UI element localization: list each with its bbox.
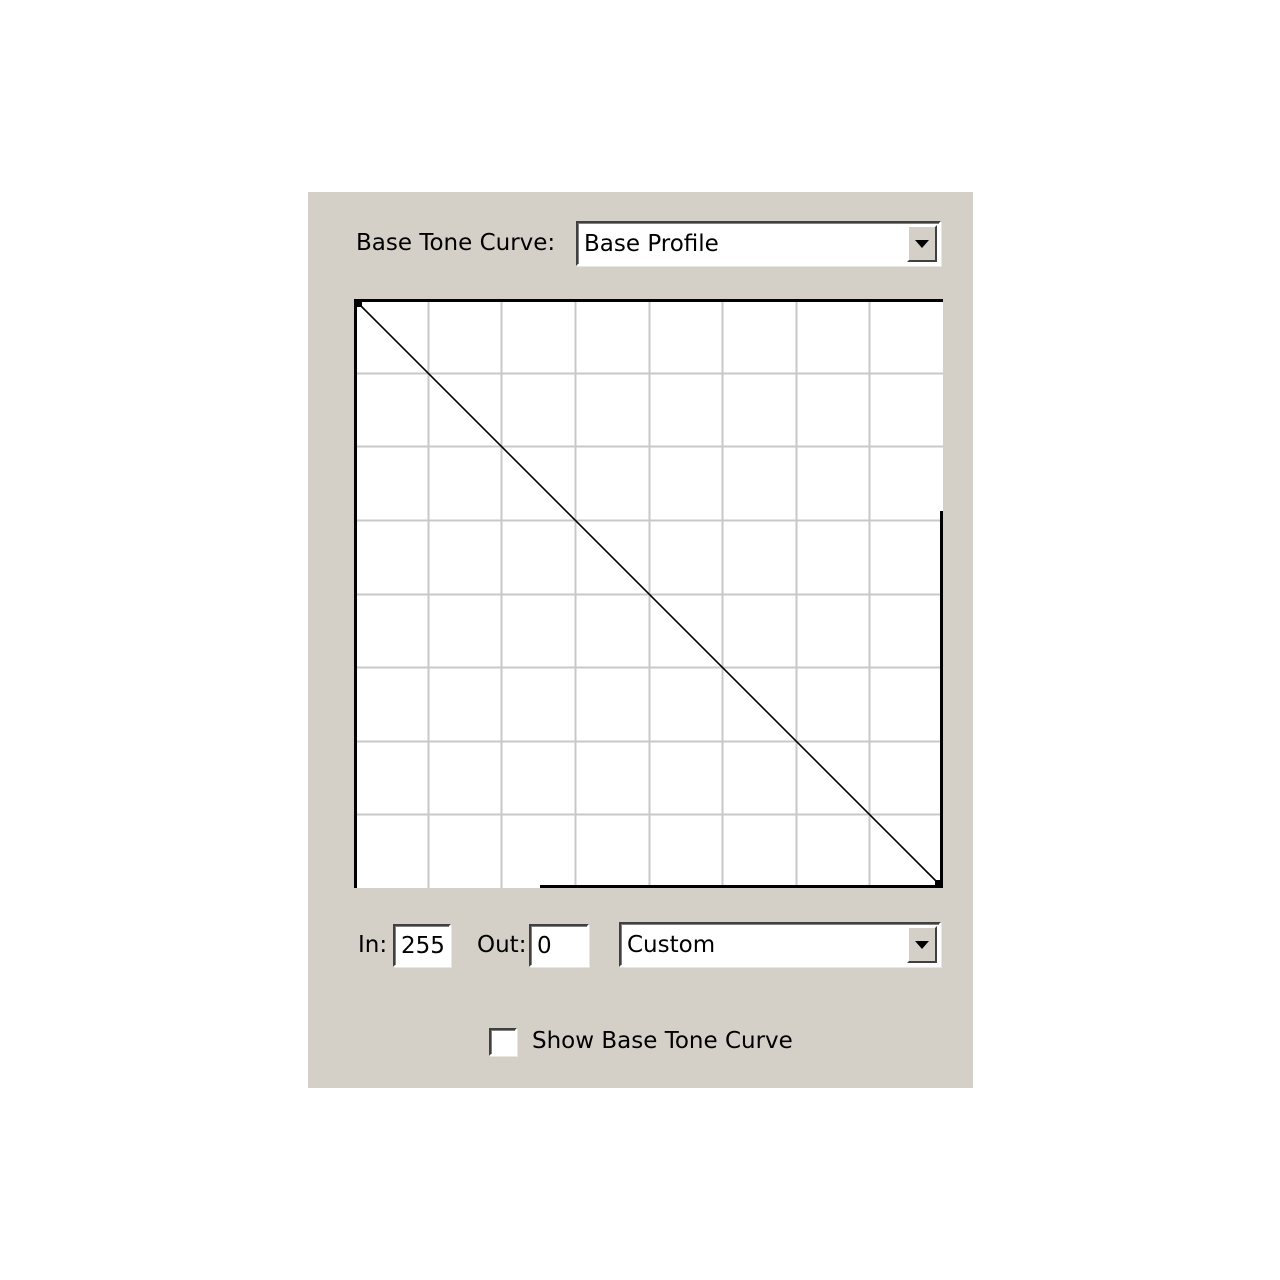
chevron-down-icon[interactable] — [907, 225, 937, 262]
show-base-tone-curve-label[interactable]: Show Base Tone Curve — [532, 1028, 793, 1054]
out-value: 0 — [537, 932, 552, 959]
curve-editor[interactable] — [354, 299, 943, 888]
curve-preset-dropdown[interactable]: Custom — [619, 922, 941, 967]
curve-control-point[interactable] — [354, 299, 362, 307]
chevron-down-icon[interactable] — [907, 926, 937, 963]
in-label: In: — [358, 932, 388, 958]
base-tone-curve-label: Base Tone Curve: — [356, 230, 556, 256]
show-base-tone-curve-checkbox[interactable] — [489, 1028, 517, 1056]
out-input[interactable]: 0 — [529, 924, 589, 967]
in-value: 255 — [401, 932, 445, 959]
curve-preset-value: Custom — [627, 931, 716, 958]
base-tone-curve-value: Base Profile — [584, 230, 719, 257]
in-input[interactable]: 255 — [393, 924, 451, 967]
curve-control-point[interactable] — [935, 880, 943, 888]
out-label: Out: — [477, 932, 527, 958]
base-tone-curve-dropdown[interactable]: Base Profile — [576, 221, 941, 266]
